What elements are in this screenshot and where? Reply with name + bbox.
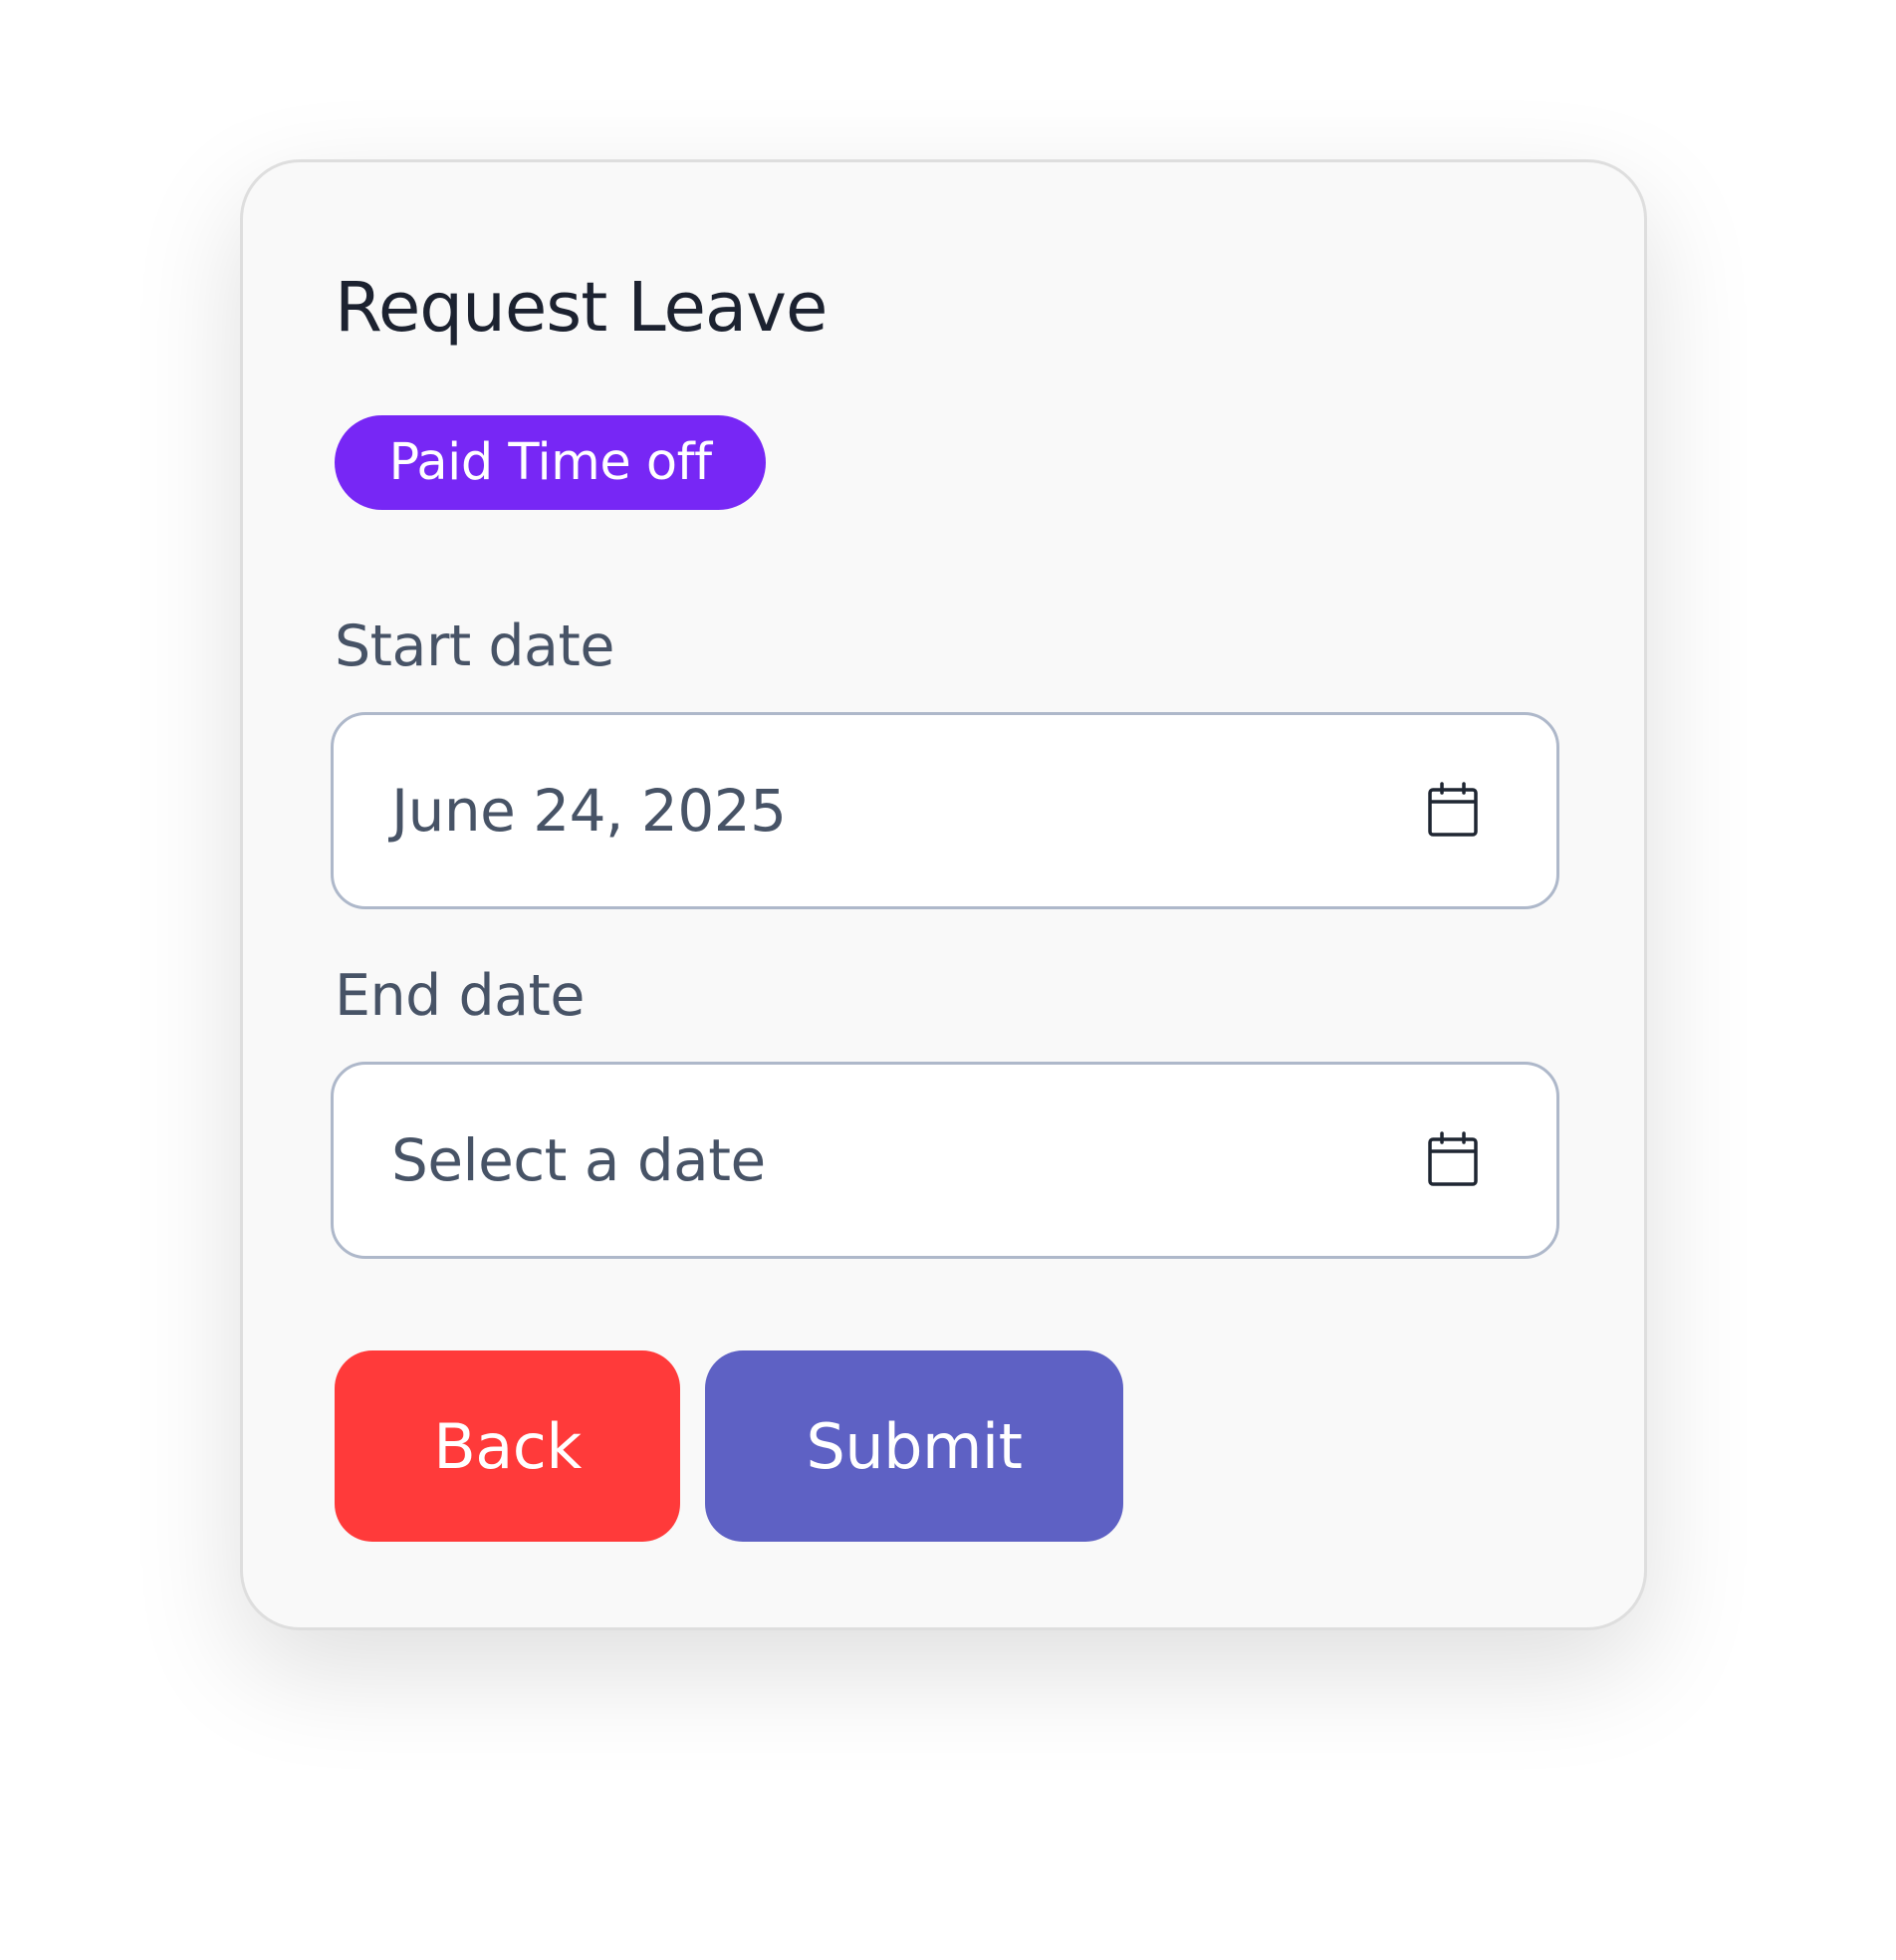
leave-type-badge: Paid Time off	[335, 415, 766, 510]
calendar-icon[interactable]	[1427, 782, 1479, 838]
back-button[interactable]: Back	[335, 1350, 680, 1542]
start-date-value: June 24, 2025	[391, 777, 787, 845]
request-leave-card: Request Leave Paid Time off Start date J…	[240, 159, 1647, 1630]
start-date-label: Start date	[335, 613, 614, 679]
calendar-icon[interactable]	[1427, 1131, 1479, 1187]
end-date-placeholder: Select a date	[391, 1126, 766, 1194]
submit-button[interactable]: Submit	[705, 1350, 1123, 1542]
start-date-field[interactable]: June 24, 2025	[331, 712, 1559, 909]
form-title: Request Leave	[335, 268, 828, 348]
end-date-label: End date	[335, 963, 585, 1029]
end-date-field[interactable]: Select a date	[331, 1062, 1559, 1259]
